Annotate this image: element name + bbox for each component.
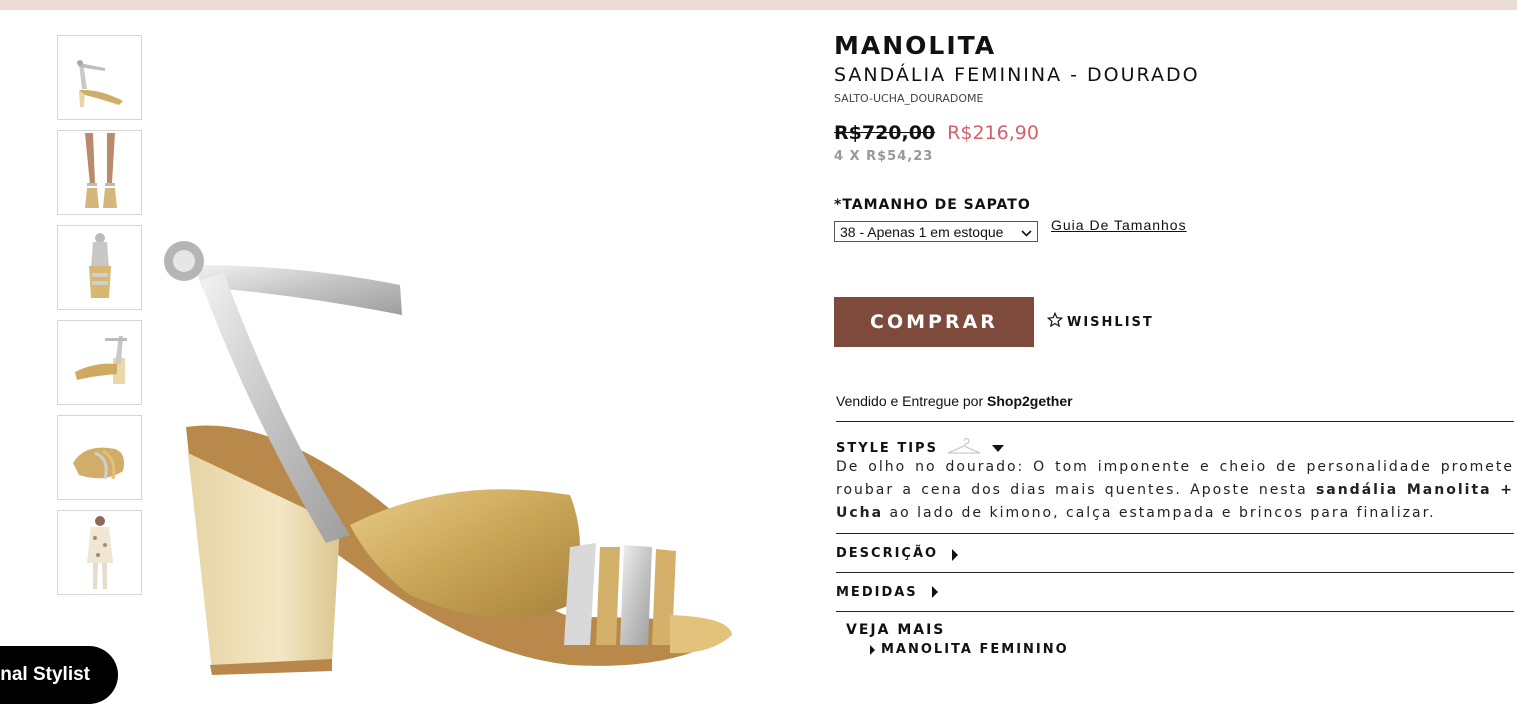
see-more-title: VEJA MAIS [846, 622, 946, 638]
description-title: DESCRIÇÃO [836, 545, 939, 561]
size-row: 38 - Apenas 1 em estoque Guia De Tamanho… [834, 217, 1514, 242]
wishlist-label: WISHLIST [1067, 314, 1154, 330]
thumbnail-gallery [57, 35, 143, 605]
style-tips-text: De olho no dourado: O tom imponente e ch… [836, 456, 1514, 533]
product-sku: SALTO-UCHA_DOURADOME [834, 92, 984, 105]
size-guide-link[interactable]: Guia De Tamanhos [1051, 217, 1187, 233]
product-name: SANDÁLIA FEMININA - DOURADO [834, 64, 1200, 86]
thumbnail-back-view[interactable] [57, 320, 142, 405]
chevron-down-icon [1021, 224, 1032, 240]
thumbnail-front-view[interactable] [57, 225, 142, 310]
seller-prefix: Vendido e Entregue por [836, 393, 984, 409]
product-brand: MANOLITA [834, 31, 997, 60]
personal-stylist-button[interactable]: nal Stylist [0, 646, 118, 704]
caret-right-icon [952, 549, 959, 561]
thumbnail-top-view[interactable] [57, 415, 142, 500]
caret-right-icon [870, 644, 875, 655]
style-tips-text-part2: ao lado de kimono, calça estampada e bri… [889, 505, 1436, 521]
description-section: DESCRIÇÃO [836, 533, 1514, 572]
size-select[interactable]: 38 - Apenas 1 em estoque [834, 221, 1038, 242]
caret-down-icon [991, 444, 1004, 452]
wishlist-button[interactable]: WISHLIST [1046, 311, 1154, 332]
measures-section: MEDIDAS [836, 572, 1514, 611]
measures-title: MEDIDAS [836, 584, 918, 600]
top-banner-bar [0, 0, 1517, 10]
see-more-section: VEJA MAIS MANOLITA FEMININO [836, 611, 1514, 657]
original-price: R$720,00 [834, 122, 936, 144]
price-block: R$720,00 R$216,90 [834, 121, 1514, 145]
thumbnail-worn-view[interactable] [57, 130, 142, 215]
see-more-link[interactable]: MANOLITA FEMININO [870, 642, 1514, 657]
star-icon [1046, 311, 1067, 332]
seller-info: Vendido e Entregue por Shop2gether [836, 393, 1514, 409]
buy-button[interactable]: COMPRAR [834, 297, 1034, 347]
description-header[interactable]: DESCRIÇÃO [836, 534, 1514, 572]
measures-header[interactable]: MEDIDAS [836, 573, 1514, 611]
thumbnail-side-view[interactable] [57, 35, 142, 120]
thumbnail-model-look[interactable] [57, 510, 142, 595]
see-more-link-label: MANOLITA FEMININO [881, 642, 1069, 657]
style-tips-title: STYLE TIPS [836, 440, 938, 456]
sale-price: R$216,90 [947, 122, 1039, 144]
seller-name: Shop2gether [987, 393, 1073, 409]
style-tips-section: STYLE TIPS De olho no dourado: O tom imp… [836, 421, 1514, 533]
caret-right-icon [931, 586, 938, 598]
size-label: *TAMANHO DE SAPATO [834, 197, 1031, 213]
buy-row: COMPRAR WISHLIST [834, 297, 1514, 347]
product-info-panel: MANOLITA SANDÁLIA FEMININA - DOURADO SAL… [834, 30, 1514, 657]
size-selected-value: 38 - Apenas 1 em estoque [840, 223, 1004, 240]
installments-text: 4 X R$54,23 [834, 149, 934, 164]
product-main-image [150, 225, 750, 685]
